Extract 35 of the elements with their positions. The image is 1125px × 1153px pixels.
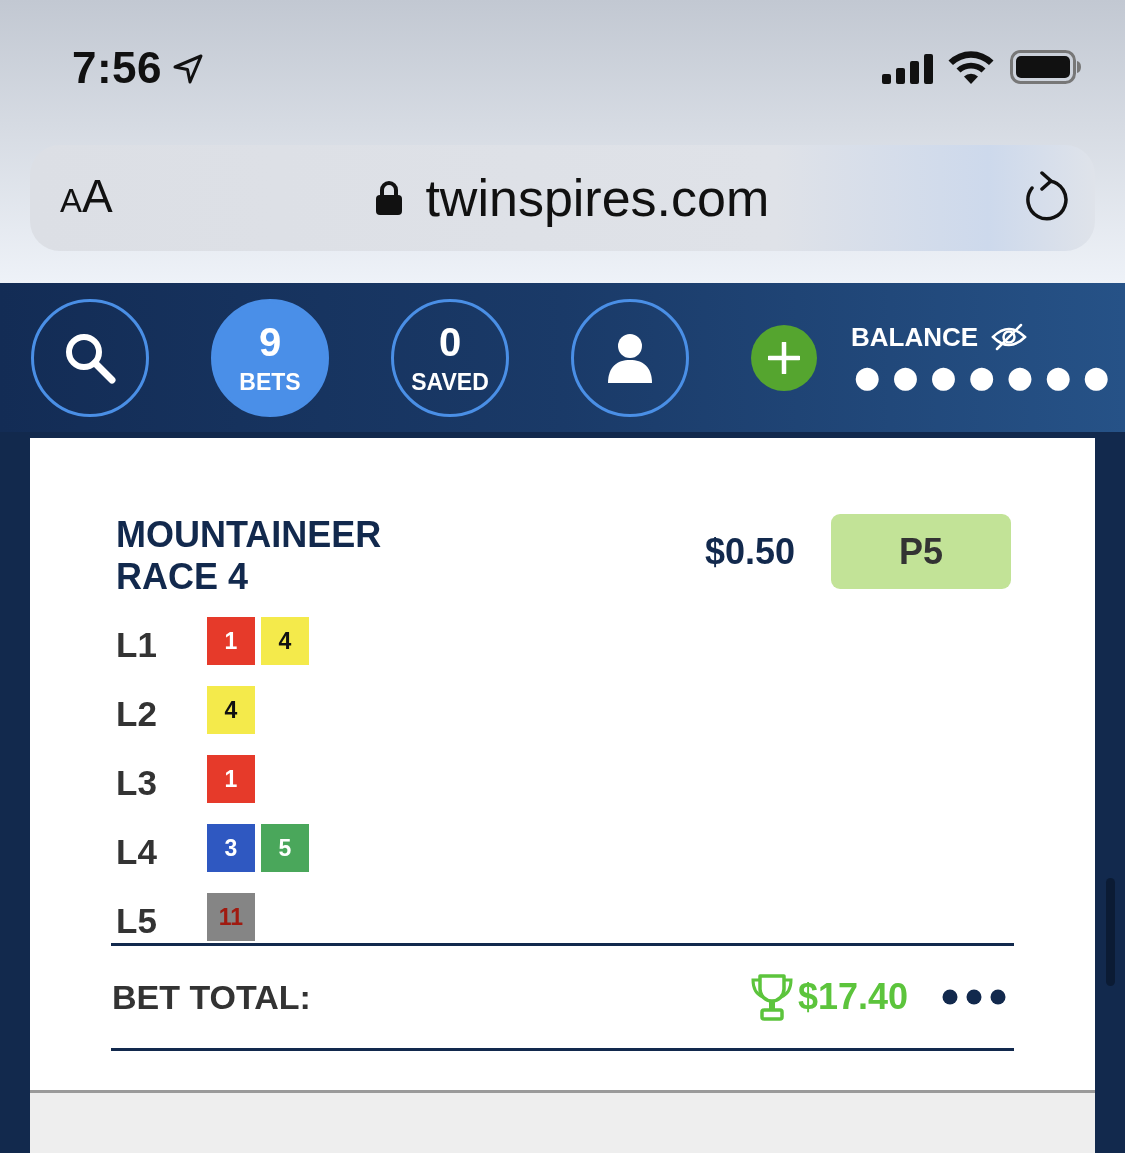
signal-icon (882, 54, 934, 84)
clock-time: 7:56 (72, 44, 163, 92)
leg-label: L4 (116, 831, 158, 872)
plus-icon (768, 341, 800, 374)
runner-number-tile: 5 (261, 824, 309, 872)
leg-label: L5 (116, 900, 158, 941)
more-options-icon[interactable] (942, 989, 1006, 1005)
account-button[interactable] (571, 298, 689, 417)
location-arrow-icon (172, 53, 205, 85)
battery-icon (1010, 50, 1082, 84)
bet-total-amount: $17.40 (797, 976, 908, 1018)
leg-label: L2 (116, 693, 158, 734)
address-bar[interactable]: AA twinspires.com (30, 145, 1095, 251)
bet-amount: $0.50 (704, 530, 795, 574)
runner-number-tile: 4 (207, 686, 255, 734)
eye-slash-icon[interactable] (991, 322, 1028, 351)
leg-label: L1 (116, 624, 158, 665)
search-icon (64, 331, 116, 384)
saved-button[interactable]: 0 SAVED (391, 298, 509, 417)
person-icon (607, 332, 653, 383)
url-text: twinspires.com (425, 169, 770, 227)
runner-number-tile: 4 (261, 617, 309, 665)
hidden-balance: ●●●●●●● (854, 359, 1122, 394)
balance-label: BALANCE (851, 321, 979, 352)
runner-number-tile: 1 (207, 617, 255, 665)
search-button[interactable] (31, 298, 149, 417)
runner-number-tile: 1 (207, 755, 255, 803)
wifi-icon (948, 51, 994, 84)
bet-total-label: BET TOTAL: (112, 977, 311, 1017)
bet-type-tag: P5 (831, 514, 1011, 589)
runner-number-tile: 11 (207, 893, 255, 941)
runner-number-tile: 3 (207, 824, 255, 872)
race-title: MOUNTAINEER RACE 4 (116, 514, 383, 598)
leg-label: L3 (116, 762, 158, 803)
text-size-button[interactable]: AA (60, 170, 113, 226)
